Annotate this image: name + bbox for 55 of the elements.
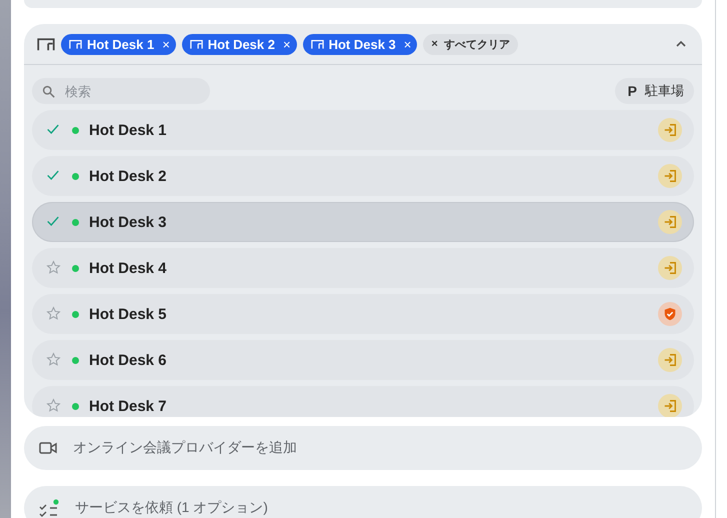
check-in-button[interactable] — [658, 256, 682, 280]
check-in-button[interactable] — [658, 118, 682, 142]
option-label: オンライン会議プロバイダーを追加 — [73, 439, 297, 457]
shield-button[interactable] — [658, 302, 682, 326]
desk-name: Hot Desk 1 — [89, 122, 167, 138]
star-icon — [46, 306, 61, 321]
desk-row[interactable]: Hot Desk 3 — [32, 202, 694, 242]
star-icon — [46, 260, 61, 275]
checkmark-icon — [46, 168, 60, 182]
video-camera-icon — [39, 441, 57, 455]
desk-icon — [69, 38, 82, 50]
desk-icon — [310, 38, 324, 50]
option-label: サービスを依頼 (1 オプション) — [75, 499, 268, 517]
desk-name: Hot Desk 3 — [89, 214, 167, 230]
sign-in-icon — [663, 261, 677, 275]
check-in-button[interactable] — [658, 348, 682, 372]
sign-in-icon — [663, 353, 677, 367]
desk-name: Hot Desk 5 — [89, 306, 167, 322]
desk-chip[interactable]: Hot Desk 3 × — [302, 34, 418, 54]
desk-row[interactable]: Hot Desk 4 — [32, 248, 694, 288]
check-in-button[interactable] — [658, 394, 682, 417]
option-row[interactable]: オンライン会議プロバイダーを追加 — [24, 426, 702, 470]
clear-all-button[interactable]: × すべてクリア — [423, 34, 518, 54]
search-field[interactable]: 検索 — [32, 78, 210, 104]
sign-in-icon — [663, 399, 677, 413]
remove-icon[interactable]: × — [162, 36, 170, 52]
desk-row[interactable]: Hot Desk 2 — [32, 156, 694, 196]
desk-chip[interactable]: Hot Desk 1 × — [61, 34, 176, 54]
check-in-button[interactable] — [658, 210, 682, 234]
sign-in-icon — [663, 215, 677, 229]
option-row[interactable]: サービスを依頼 (1 オプション) — [24, 486, 702, 518]
desk-name: Hot Desk 6 — [89, 352, 167, 368]
sign-in-icon — [663, 169, 677, 183]
checkmark-icon — [46, 122, 60, 136]
star-icon — [46, 398, 61, 413]
shield-check-icon — [663, 307, 677, 321]
check-in-button[interactable] — [658, 164, 682, 188]
desk-row[interactable]: Hot Desk 1 — [32, 110, 694, 150]
desk-row[interactable]: Hot Desk 5 — [32, 294, 694, 334]
remove-icon[interactable]: × — [404, 36, 412, 52]
desk-name: Hot Desk 2 — [89, 168, 167, 184]
remove-icon[interactable]: × — [283, 36, 291, 52]
desk-icon — [37, 36, 55, 52]
desk-name: Hot Desk 4 — [89, 260, 167, 276]
sign-in-icon — [663, 123, 677, 137]
desk-name: Hot Desk 7 — [89, 398, 167, 414]
checklist-icon — [39, 498, 59, 518]
desk-chip[interactable]: Hot Desk 2 × — [182, 34, 297, 54]
star-icon — [46, 352, 61, 367]
checkmark-icon — [46, 214, 60, 228]
desk-icon — [190, 38, 203, 50]
parking-button[interactable]: P 駐車場 — [614, 78, 694, 104]
desk-row[interactable]: Hot Desk 7 — [32, 386, 694, 417]
desk-row[interactable]: Hot Desk 6 — [32, 340, 694, 380]
search-icon — [42, 85, 55, 98]
